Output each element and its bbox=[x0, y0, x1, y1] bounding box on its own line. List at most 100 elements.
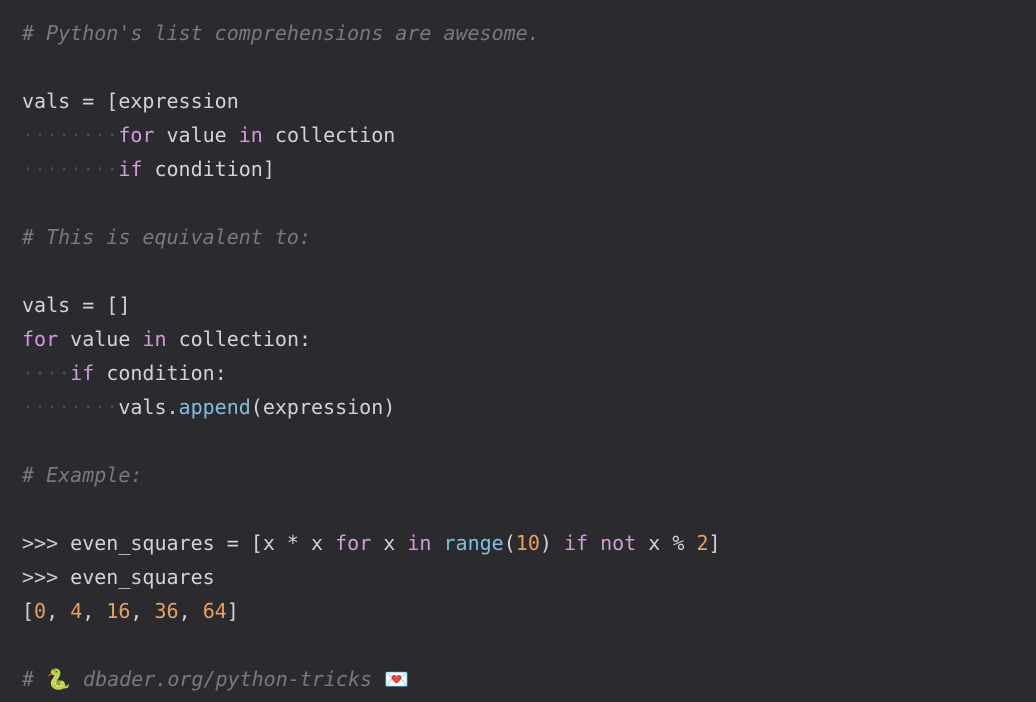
space bbox=[552, 531, 564, 555]
space bbox=[94, 361, 106, 385]
code-line-comment-3: # Example: bbox=[22, 458, 1014, 492]
comment-prefix: # bbox=[22, 667, 46, 691]
paren-open: ( bbox=[504, 531, 516, 555]
code-line-comment-2: # This is equivalent to: bbox=[22, 220, 1014, 254]
number: 16 bbox=[106, 599, 130, 623]
comma: , bbox=[179, 599, 203, 623]
whitespace-dots: ········ bbox=[22, 123, 118, 147]
operator: = bbox=[70, 89, 106, 113]
identifier: collection bbox=[275, 123, 395, 147]
keyword-in: in bbox=[239, 123, 263, 147]
number: 10 bbox=[516, 531, 540, 555]
identifier: condition bbox=[106, 361, 214, 385]
snake-icon: 🐍 bbox=[46, 667, 71, 691]
number: 36 bbox=[155, 599, 179, 623]
bracket-open: [ bbox=[106, 89, 118, 113]
code-line-listcomp-1: vals = [expression bbox=[22, 84, 1014, 118]
repl-output: [0, 4, 16, 36, 64] bbox=[22, 594, 1014, 628]
space bbox=[588, 531, 600, 555]
bracket-close: ] bbox=[709, 531, 721, 555]
comment-text: # Python's list comprehensions are aweso… bbox=[22, 21, 540, 45]
space bbox=[636, 531, 648, 555]
identifier: expression bbox=[118, 89, 238, 113]
code-line-equiv-1: vals = [] bbox=[22, 288, 1014, 322]
operator: = bbox=[70, 293, 106, 317]
keyword-for: for bbox=[335, 531, 371, 555]
comment-text: # This is equivalent to: bbox=[22, 225, 311, 249]
operator: = bbox=[215, 531, 251, 555]
operator: % bbox=[660, 531, 696, 555]
method-call: append bbox=[179, 395, 251, 419]
space bbox=[154, 123, 166, 147]
comment-text: # 🐍 dbader.org/python-tricks 💌 bbox=[22, 667, 409, 691]
number: 2 bbox=[696, 531, 708, 555]
keyword-if: if bbox=[564, 531, 588, 555]
bracket-close: ] bbox=[263, 157, 275, 181]
whitespace-dots: ········ bbox=[22, 395, 118, 419]
whitespace-dots: ···· bbox=[22, 361, 70, 385]
identifier: x bbox=[383, 531, 395, 555]
keyword-if: if bbox=[118, 157, 142, 181]
keyword-if: if bbox=[70, 361, 94, 385]
dot: . bbox=[167, 395, 179, 419]
footer-url: dbader.org/python-tricks bbox=[71, 667, 384, 691]
identifier: vals bbox=[22, 293, 70, 317]
keyword-in: in bbox=[142, 327, 166, 351]
repl-prompt: >>> bbox=[22, 531, 70, 555]
identifier: expression bbox=[263, 395, 383, 419]
operator: * bbox=[275, 531, 311, 555]
builtin-function: range bbox=[444, 531, 504, 555]
comma: , bbox=[82, 599, 106, 623]
identifier: x bbox=[648, 531, 660, 555]
code-line-equiv-3: ····if condition: bbox=[22, 356, 1014, 390]
space bbox=[142, 157, 154, 181]
identifier: collection bbox=[179, 327, 299, 351]
code-line-listcomp-3: ········if condition] bbox=[22, 152, 1014, 186]
space bbox=[371, 531, 383, 555]
code-line-equiv-2: for value in collection: bbox=[22, 322, 1014, 356]
blank-line bbox=[22, 186, 1014, 220]
keyword-not: not bbox=[600, 531, 636, 555]
blank-line bbox=[22, 492, 1014, 526]
identifier: even_squares bbox=[70, 565, 215, 589]
space bbox=[263, 123, 275, 147]
comment-text: # Example: bbox=[22, 463, 142, 487]
identifier: even_squares bbox=[70, 531, 215, 555]
bracket-open: [ bbox=[22, 599, 34, 623]
blank-line bbox=[22, 50, 1014, 84]
code-line-equiv-4: ········vals.append(expression) bbox=[22, 390, 1014, 424]
identifier: vals bbox=[22, 89, 70, 113]
bracket-close: ] bbox=[227, 599, 239, 623]
empty-list: [] bbox=[106, 293, 130, 317]
identifier: value bbox=[167, 123, 227, 147]
keyword-for: for bbox=[22, 327, 58, 351]
number: 64 bbox=[203, 599, 227, 623]
code-line-listcomp-2: ········for value in collection bbox=[22, 118, 1014, 152]
identifier: condition bbox=[154, 157, 262, 181]
paren-open: ( bbox=[251, 395, 263, 419]
comma: , bbox=[130, 599, 154, 623]
space bbox=[167, 327, 179, 351]
paren-close: ) bbox=[540, 531, 552, 555]
colon: : bbox=[215, 361, 227, 385]
blank-line bbox=[22, 424, 1014, 458]
code-line-comment-footer: # 🐍 dbader.org/python-tricks 💌 bbox=[22, 662, 1014, 696]
repl-line-2: >>> even_squares bbox=[22, 560, 1014, 594]
space bbox=[323, 531, 335, 555]
blank-line bbox=[22, 628, 1014, 662]
number: 4 bbox=[70, 599, 82, 623]
repl-prompt: >>> bbox=[22, 565, 70, 589]
whitespace-dots: ········ bbox=[22, 157, 118, 181]
bracket-open: [ bbox=[251, 531, 263, 555]
keyword-for: for bbox=[118, 123, 154, 147]
paren-close: ) bbox=[383, 395, 395, 419]
comma: , bbox=[46, 599, 70, 623]
space bbox=[395, 531, 407, 555]
space bbox=[130, 327, 142, 351]
love-letter-icon: 💌 bbox=[384, 667, 409, 691]
colon: : bbox=[299, 327, 311, 351]
repl-line-1: >>> even_squares = [x * x for x in range… bbox=[22, 526, 1014, 560]
space bbox=[227, 123, 239, 147]
identifier: x bbox=[263, 531, 275, 555]
identifier: vals bbox=[118, 395, 166, 419]
